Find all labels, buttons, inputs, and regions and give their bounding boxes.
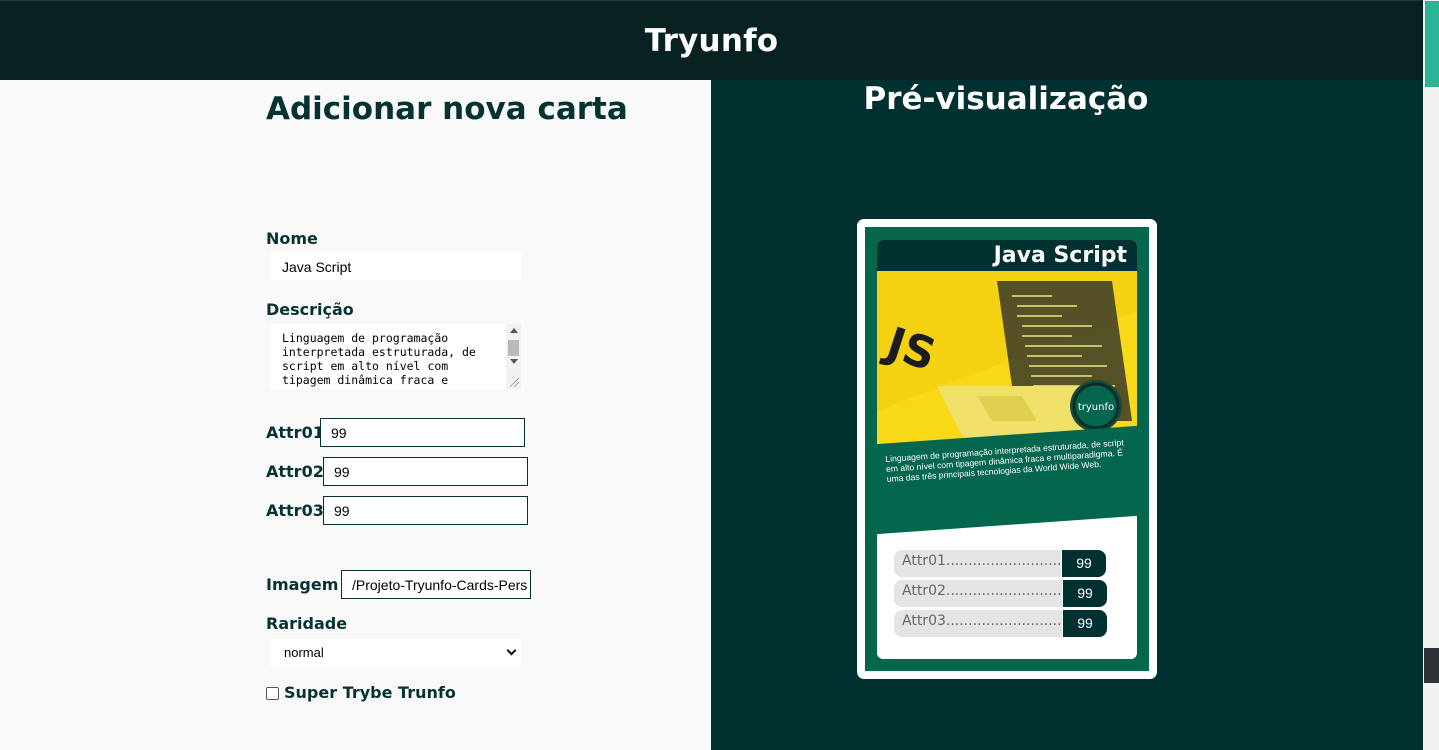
chevron-down-icon <box>506 645 517 656</box>
preview-title: Pré-visualização <box>863 81 1149 117</box>
card-image-badge: tryunfo <box>1078 402 1114 413</box>
scroll-thumb[interactable] <box>508 340 519 356</box>
card-attr1: Attr01................................ 9… <box>894 550 1106 577</box>
textarea-scrollbar[interactable] <box>506 324 521 389</box>
card-preview: Java Script JS tryunfo Linguagem de prog… <box>857 219 1157 679</box>
attr2-label: Attr02 <box>266 462 324 481</box>
preview-panel: Pré-visualização Java Script JS tryunfo … <box>711 80 1423 750</box>
image-label: Imagem <box>266 575 339 594</box>
page-scrollbar-thumb-lower[interactable] <box>1424 648 1439 683</box>
card-attr2-name: Attr02................................ <box>894 580 1062 607</box>
card-attr1-name: Attr01................................ <box>894 550 1061 577</box>
rarity-select[interactable]: normal <box>270 639 521 666</box>
image-input[interactable]: /Projeto-Tryunfo-Cards-Pers <box>341 570 531 599</box>
supertrunfo-label[interactable]: Super Trybe Trunfo <box>284 683 456 702</box>
rarity-selected-value: normal <box>284 645 324 660</box>
name-input[interactable]: Java Script <box>270 253 521 280</box>
scroll-up-icon[interactable] <box>510 328 518 333</box>
name-label: Nome <box>266 229 318 248</box>
attr2-input[interactable]: 99 <box>323 457 528 486</box>
top-header: Tryunfo <box>0 0 1423 80</box>
card-attr3-value: 99 <box>1063 610 1107 637</box>
description-textarea[interactable]: Linguagem de programação interpretada es… <box>270 324 521 389</box>
supertrunfo-checkbox[interactable] <box>266 687 279 700</box>
attr1-label: Attr01 <box>266 423 324 442</box>
card-name: Java Script <box>877 240 1137 271</box>
form-title: Adicionar nova carta <box>266 91 628 127</box>
page-scrollbar[interactable] <box>1423 0 1439 750</box>
card-attr3: Attr03................................ 9… <box>894 610 1108 637</box>
description-label: Descrição <box>266 300 354 319</box>
card-attr2-value: 99 <box>1063 580 1107 607</box>
card-attr3-name: Attr03................................ <box>894 610 1062 637</box>
card-inner: Java Script JS tryunfo Linguagem de prog… <box>877 240 1137 659</box>
attr3-label: Attr03 <box>266 501 324 520</box>
attr3-input[interactable]: 99 <box>323 496 528 525</box>
page-scrollbar-thumb[interactable] <box>1425 1 1439 87</box>
card-attr2: Attr02................................ 9… <box>894 580 1108 607</box>
app-title: Tryunfo <box>644 22 779 59</box>
scroll-down-icon[interactable] <box>510 359 518 364</box>
description-text: Linguagem de programação interpretada es… <box>282 331 476 387</box>
card-frame: Java Script JS tryunfo Linguagem de prog… <box>865 227 1149 671</box>
form-panel: Adicionar nova carta Nome Java Script De… <box>0 80 711 750</box>
resize-grip-icon[interactable] <box>510 378 519 387</box>
card-attr1-value: 99 <box>1062 550 1106 577</box>
rarity-label: Raridade <box>266 614 348 633</box>
attr1-input[interactable]: 99 <box>320 418 525 447</box>
